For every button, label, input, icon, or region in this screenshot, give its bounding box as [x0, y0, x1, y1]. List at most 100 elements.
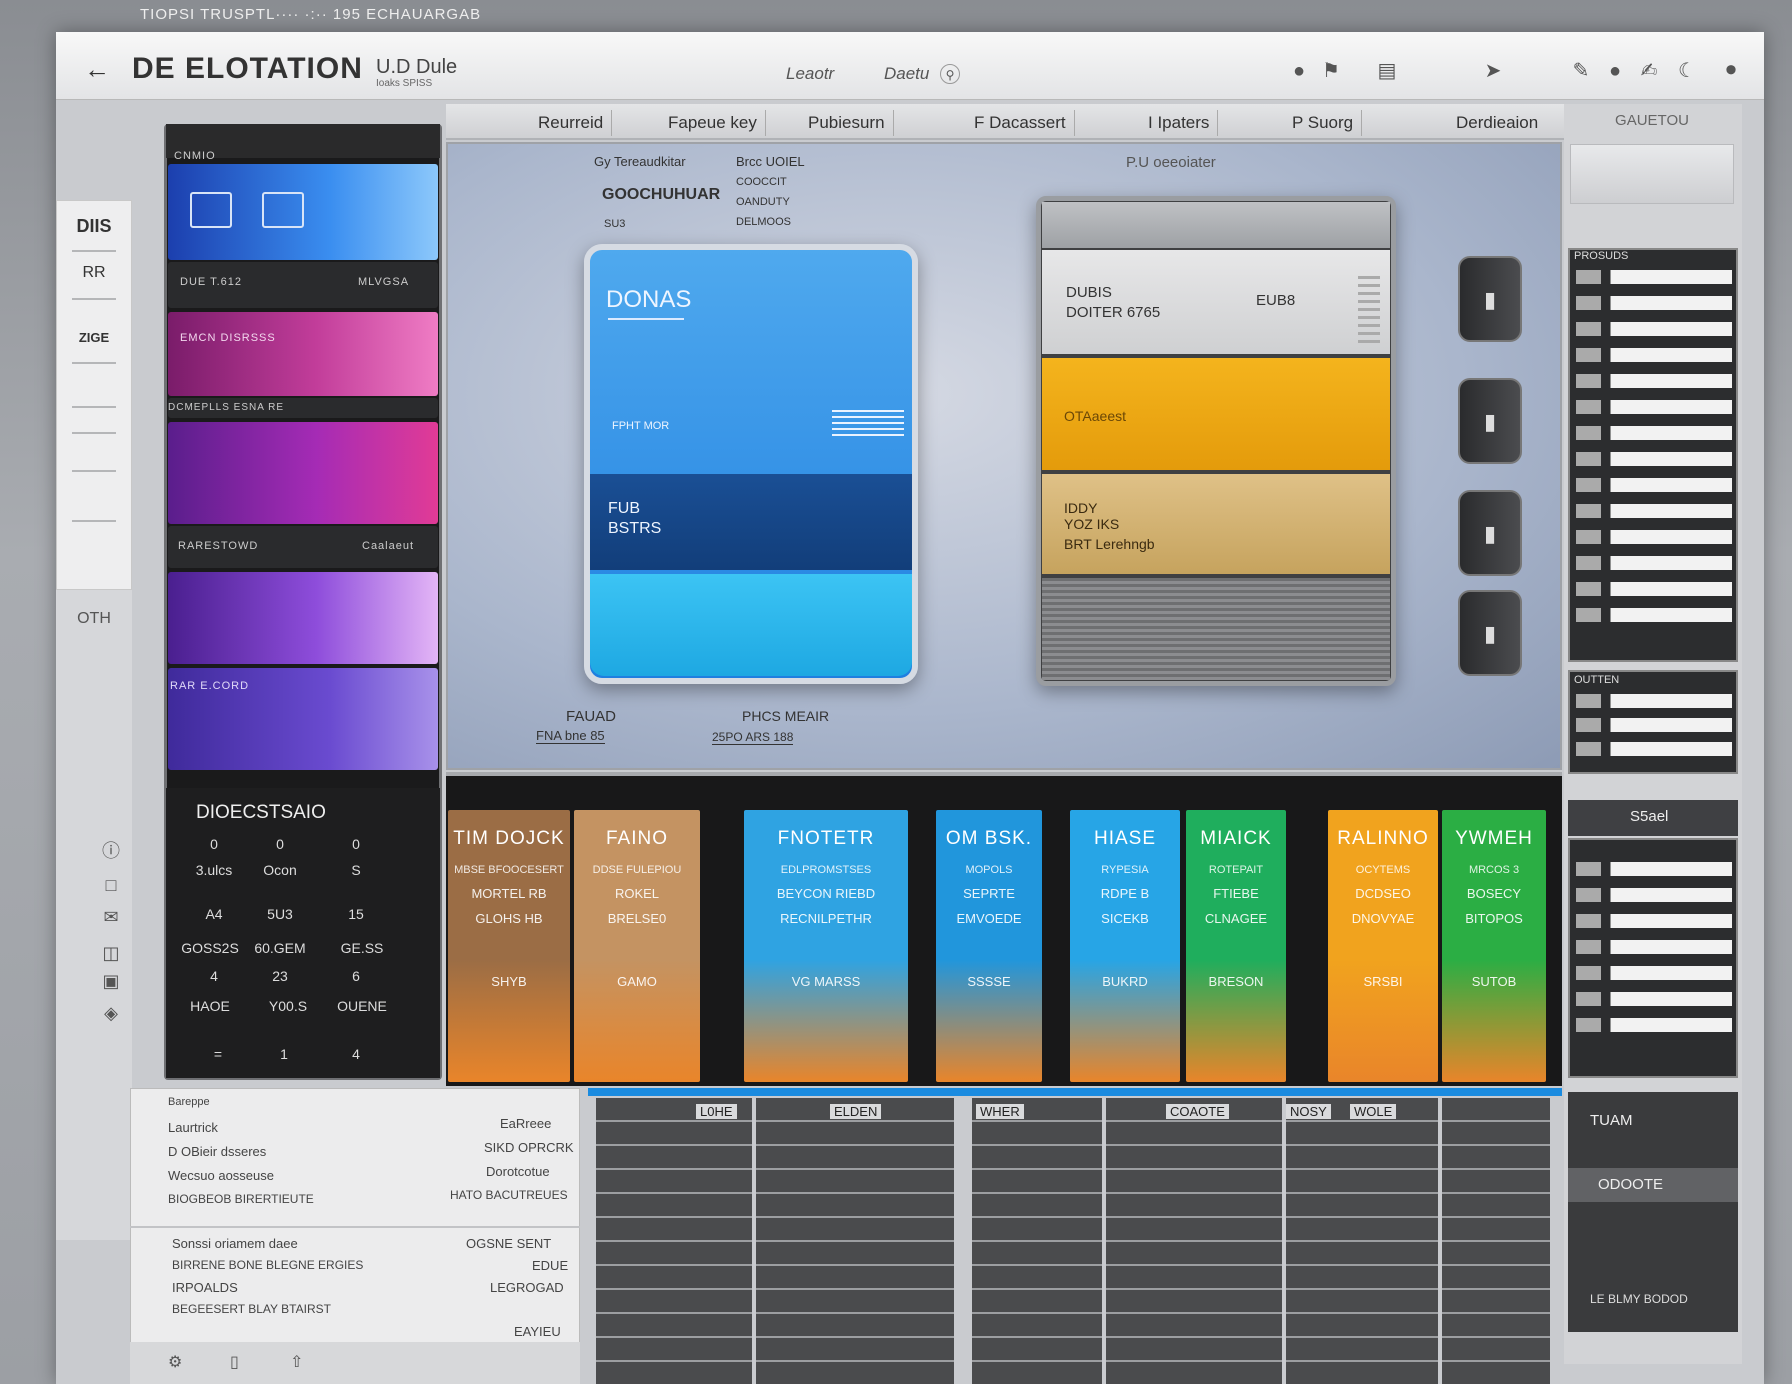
handle-button[interactable]: ▮: [1458, 590, 1522, 676]
column-header[interactable]: WHER: [976, 1104, 1024, 1119]
book-card[interactable]: FNOTETR EDLPROMSTSES BEYCON RIEBD RECNIL…: [744, 810, 908, 1082]
calc-key[interactable]: 60.GEM: [248, 940, 312, 956]
column-header[interactable]: NOSY: [1286, 1104, 1331, 1119]
column-header[interactable]: ELDEN: [830, 1104, 882, 1119]
tab-7[interactable]: Derdieaion: [1448, 110, 1546, 136]
back-icon[interactable]: ←: [84, 54, 110, 85]
calc-key[interactable]: 0: [182, 836, 246, 852]
lock-icon[interactable]: □: [98, 872, 124, 898]
tab-6[interactable]: P Suorg: [1284, 110, 1363, 136]
calc-key[interactable]: GE.SS: [330, 940, 394, 956]
folder-icon[interactable]: ◫: [98, 940, 124, 966]
layer-stack-top: [1042, 202, 1390, 248]
circle-icon[interactable]: ●: [1602, 58, 1628, 84]
edit-icon[interactable]: ✎: [1568, 58, 1594, 84]
grid-row: [1576, 348, 1732, 362]
right-search-box[interactable]: [1570, 144, 1734, 204]
book-line: SICEKB: [1101, 911, 1149, 926]
list-item-label: Wecsuo aosseuse: [168, 1168, 274, 1183]
data-column: [596, 1098, 752, 1384]
calc-key[interactable]: A4: [182, 906, 246, 922]
stack-label-7: Caalaeut: [362, 540, 415, 552]
book-line: SRSBI: [1363, 974, 1403, 989]
tab-3[interactable]: Pubiesurn: [800, 110, 894, 136]
calc-key[interactable]: HAOE: [178, 998, 242, 1014]
calc-key[interactable]: 4: [324, 1046, 388, 1062]
calc-key[interactable]: 4: [182, 968, 246, 984]
data-column: [972, 1098, 1102, 1384]
book-card[interactable]: YWMEH MRCOS 3 BOSECY BITOPOS SUTOB: [1442, 810, 1546, 1082]
tab-2[interactable]: Fapeue key: [660, 110, 766, 136]
tab-1[interactable]: Reurreid: [530, 110, 613, 136]
handle-button[interactable]: ▮: [1458, 378, 1522, 464]
apple-icon[interactable]: ⚫: [1718, 58, 1744, 84]
pen-icon[interactable]: ✍: [1636, 58, 1662, 84]
toolbar-link-right[interactable]: Daetu: [884, 64, 929, 84]
calc-key[interactable]: 0: [248, 836, 312, 852]
grid-row: [1576, 452, 1732, 466]
list-item-value: EaRreee: [500, 1116, 552, 1131]
rail-item-2[interactable]: RR: [62, 264, 126, 282]
panel-heading: GOOCHUHUAR: [602, 186, 721, 203]
book-line: ROKEL: [614, 886, 660, 901]
panel-text: P.U oeeoiater: [1126, 154, 1216, 171]
book-subtitle: MBSE BFOOCESERT: [454, 864, 564, 876]
book-line: EMVOEDE: [956, 911, 1022, 926]
search-icon[interactable]: ⚲: [940, 64, 960, 84]
calc-key[interactable]: Ocon: [248, 862, 312, 878]
calc-key[interactable]: GOSS2S: [178, 940, 242, 956]
calc-key[interactable]: OUENE: [330, 998, 394, 1014]
calculator-title: DIOECSTSAIO: [196, 802, 326, 823]
book-card[interactable]: HIASE RYPESIA RDPE B SICEKB BUKRD: [1070, 810, 1180, 1082]
calc-key[interactable]: 1: [252, 1046, 316, 1062]
calculator-panel: [166, 788, 440, 1078]
grid-row: [1576, 400, 1732, 414]
book-title: MIAICK: [1200, 828, 1272, 849]
swatch-purple-pink[interactable]: [168, 422, 438, 524]
book-card[interactable]: FAINO DDSE FULEPIOU ROKEL BRELSE0 GAMO: [574, 810, 700, 1082]
handle-button[interactable]: ▮: [1458, 490, 1522, 576]
trash-icon[interactable]: ▯: [230, 1352, 239, 1372]
swatch-magenta[interactable]: [168, 312, 438, 396]
calc-key[interactable]: Y00.S: [256, 998, 320, 1014]
column-header[interactable]: WOLE: [1350, 1104, 1397, 1119]
share-icon[interactable]: ⇧: [290, 1352, 303, 1372]
moon-icon[interactable]: ☾: [1674, 58, 1700, 84]
swatch-violet[interactable]: [168, 572, 438, 664]
settings-icon[interactable]: ⚙: [168, 1352, 182, 1372]
shield-icon[interactable]: ◈: [98, 1000, 124, 1026]
handle-button[interactable]: ▮: [1458, 256, 1522, 342]
book-card[interactable]: RALINNO OCYTEMS DCDSEO DNOVYAE SRSBI: [1328, 810, 1438, 1082]
document-icon[interactable]: ▤: [1374, 58, 1400, 84]
calc-key[interactable]: 23: [248, 968, 312, 984]
mail-icon[interactable]: ✉: [98, 904, 124, 930]
flag-icon[interactable]: ⚑: [1318, 58, 1344, 84]
book-card[interactable]: OM BSK. MOPOLS SEPRTE EMVOEDE SSSSE: [936, 810, 1042, 1082]
rail-item-4[interactable]: OTH: [62, 610, 126, 628]
book-card[interactable]: TIM DOJCK MBSE BFOOCESERT MORTEL RB GLOH…: [448, 810, 570, 1082]
column-header[interactable]: L0HE: [696, 1104, 737, 1119]
rail-item-3[interactable]: ZIGE: [62, 330, 126, 345]
calc-key[interactable]: 5U3: [248, 906, 312, 922]
tab-5[interactable]: I Ipaters: [1140, 110, 1219, 136]
user-icon[interactable]: ●: [1286, 58, 1312, 84]
calc-key[interactable]: 6: [324, 968, 388, 984]
info-icon[interactable]: ⓘ: [98, 838, 124, 864]
book-line: GLOHS HB: [475, 911, 543, 926]
pin-icon[interactable]: ➤: [1480, 58, 1506, 84]
book-line: SSSSE: [967, 974, 1011, 989]
right-bottom-title: TUAM: [1590, 1112, 1633, 1129]
list-item-label: Bareppe: [168, 1096, 210, 1108]
rail-item-1[interactable]: DIIS: [62, 216, 126, 237]
calc-key[interactable]: 3.ulcs: [182, 862, 246, 878]
book-card[interactable]: MIAICK ROTEPAIT FTIEBE CLNAGEE BRESON: [1186, 810, 1286, 1082]
toolbar-link-left[interactable]: Leaotr: [786, 64, 834, 84]
calc-key[interactable]: =: [186, 1046, 250, 1062]
calc-key[interactable]: 0: [324, 836, 388, 852]
grid-row: [1576, 322, 1732, 336]
tab-4[interactable]: F Dacassert: [966, 110, 1075, 136]
column-header[interactable]: COAOTE: [1166, 1104, 1229, 1119]
calc-key[interactable]: 15: [324, 906, 388, 922]
camera-icon[interactable]: ▣: [98, 968, 124, 994]
calc-key[interactable]: S: [324, 862, 388, 878]
